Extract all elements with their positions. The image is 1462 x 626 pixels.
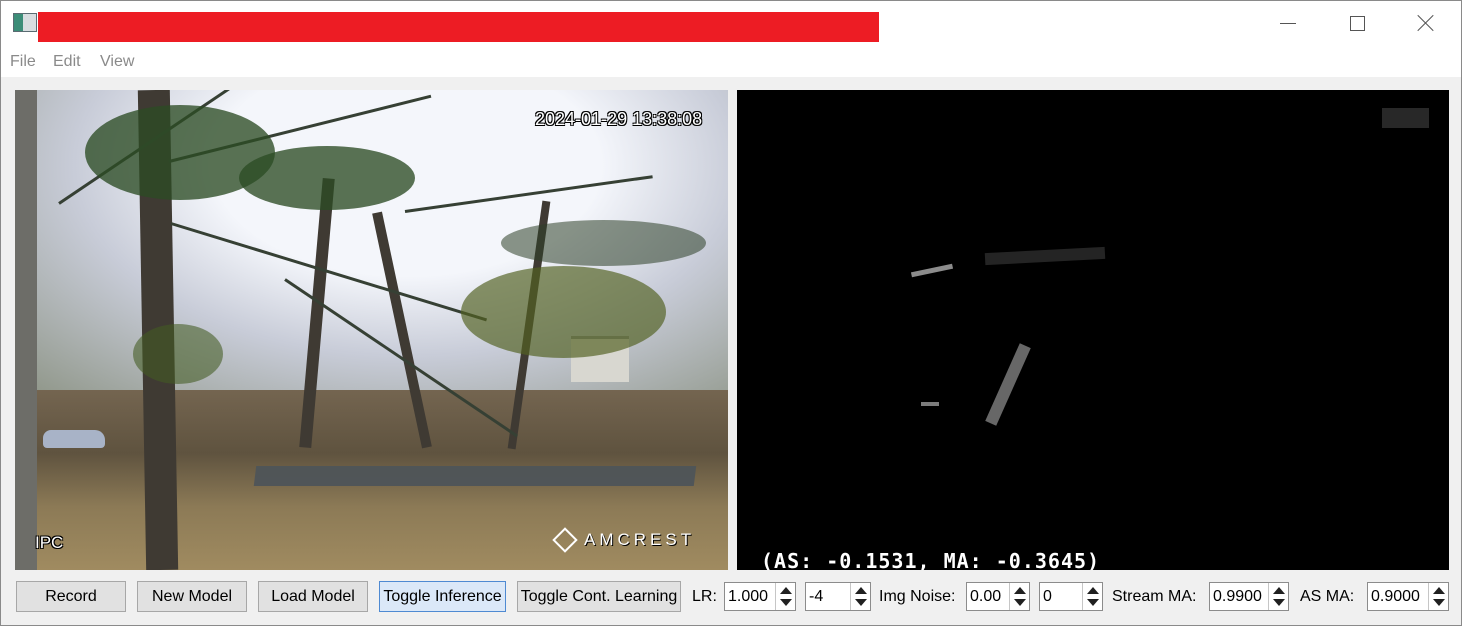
- stream-ma-label: Stream MA:: [1112, 588, 1197, 605]
- arrow-down-icon[interactable]: [1014, 599, 1026, 606]
- anomaly-score-readout: (AS: -0.1531, MA: -0.3645): [761, 549, 1101, 570]
- app-icon: [13, 13, 37, 32]
- arrow-up-icon[interactable]: [855, 587, 867, 594]
- lr-value-input[interactable]: [727, 584, 773, 609]
- menu-view[interactable]: View: [100, 53, 134, 71]
- arrow-up-icon[interactable]: [1433, 587, 1445, 594]
- lr-label: LR:: [692, 588, 717, 605]
- camera-brand-text: AMCREST: [584, 530, 696, 549]
- anomaly-highlight: [984, 246, 1106, 266]
- control-toolbar: Record New Model Load Model Toggle Infer…: [15, 581, 1449, 613]
- new-model-button[interactable]: New Model: [137, 581, 247, 612]
- minimize-icon: [1280, 22, 1296, 24]
- img-noise-extra-spinbox[interactable]: [1039, 582, 1103, 611]
- img-noise-label: Img Noise:: [879, 588, 956, 605]
- img-noise-stepper[interactable]: [1009, 583, 1029, 610]
- camera-brand-watermark: AMCREST: [552, 526, 708, 554]
- arrow-down-icon[interactable]: [1087, 599, 1099, 606]
- as-ma-stepper[interactable]: [1428, 583, 1448, 610]
- img-noise-extra-stepper[interactable]: [1082, 583, 1102, 610]
- stream-ma-stepper[interactable]: [1268, 583, 1288, 610]
- camera-foliage: [501, 220, 706, 266]
- img-noise-input[interactable]: [969, 584, 1007, 609]
- arrow-down-icon[interactable]: [855, 599, 867, 606]
- camera-foliage: [461, 266, 666, 358]
- title-bar: [1, 1, 1461, 45]
- menu-bar: File Edit View: [1, 45, 1461, 77]
- maximize-button[interactable]: [1334, 1, 1380, 45]
- arrow-down-icon[interactable]: [780, 599, 792, 606]
- arrow-up-icon[interactable]: [1014, 587, 1026, 594]
- load-model-button[interactable]: Load Model: [258, 581, 368, 612]
- arrow-up-icon[interactable]: [1087, 587, 1099, 594]
- window-title-redacted: [38, 12, 879, 42]
- maximize-icon: [1349, 15, 1365, 31]
- camera-foliage: [239, 146, 415, 210]
- camera-feed: 2024-01-29 13:38:08 IPC AMCREST: [15, 90, 728, 570]
- camera-timestamp: 2024-01-29 13:38:08: [535, 109, 703, 129]
- anomaly-highlight: [1382, 108, 1429, 128]
- menu-edit[interactable]: Edit: [53, 53, 81, 71]
- toggle-continuous-learning-button[interactable]: Toggle Cont. Learning: [517, 581, 681, 612]
- anomaly-highlight: [910, 263, 954, 278]
- stream-ma-spinbox[interactable]: [1209, 582, 1289, 611]
- arrow-down-icon[interactable]: [1273, 599, 1285, 606]
- stream-ma-input[interactable]: [1212, 584, 1266, 609]
- toggle-inference-button[interactable]: Toggle Inference: [379, 581, 506, 612]
- minimize-button[interactable]: [1265, 1, 1311, 45]
- as-ma-input[interactable]: [1370, 584, 1426, 609]
- lr-exponent-stepper[interactable]: [850, 583, 870, 610]
- img-noise-extra-input[interactable]: [1042, 584, 1080, 609]
- arrow-up-icon[interactable]: [1273, 587, 1285, 594]
- brand-mark-icon: [552, 527, 578, 553]
- anomaly-map: (AS: -0.1531, MA: -0.3645): [737, 90, 1449, 570]
- app-window: File Edit View 2024-01-29 13:38:08 IPC A…: [0, 0, 1462, 626]
- lr-exponent-input[interactable]: [808, 584, 848, 609]
- anomaly-highlight: [985, 343, 1031, 426]
- menu-file[interactable]: File: [10, 53, 36, 71]
- img-noise-spinbox[interactable]: [966, 582, 1030, 611]
- record-button[interactable]: Record: [16, 581, 126, 612]
- camera-road: [253, 466, 697, 486]
- lr-value-stepper[interactable]: [775, 583, 795, 610]
- camera-car: [43, 430, 105, 448]
- as-ma-label: AS MA:: [1300, 588, 1355, 605]
- lr-value-spinbox[interactable]: [724, 582, 796, 611]
- close-button[interactable]: [1403, 1, 1449, 45]
- as-ma-spinbox[interactable]: [1367, 582, 1449, 611]
- camera-foliage: [133, 324, 223, 384]
- camera-overlay-label: IPC: [35, 533, 64, 552]
- lr-exponent-spinbox[interactable]: [805, 582, 871, 611]
- close-icon: [1417, 14, 1435, 32]
- anomaly-highlight: [921, 402, 939, 406]
- camera-foreground-post: [15, 90, 37, 570]
- arrow-up-icon[interactable]: [780, 587, 792, 594]
- arrow-down-icon[interactable]: [1433, 599, 1445, 606]
